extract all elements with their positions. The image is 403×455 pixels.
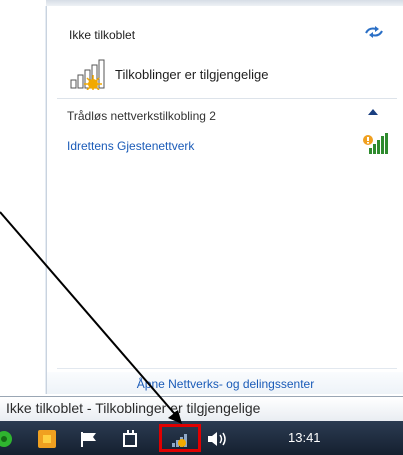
green-app-icon[interactable] bbox=[0, 429, 18, 449]
signal-bars-warning-icon bbox=[69, 58, 109, 93]
clock[interactable]: 13:41 bbox=[288, 430, 321, 445]
wireless-section-title: Trådløs nettverkstilkobling 2 bbox=[67, 109, 216, 123]
open-network-center-link[interactable]: Åpne Nettverks- og delingssenter bbox=[47, 377, 403, 391]
highlight-box bbox=[159, 424, 201, 452]
taskbar: 13:41 bbox=[0, 421, 403, 455]
refresh-arrows-icon[interactable] bbox=[363, 24, 385, 40]
flyout-footer: Åpne Nettverks- og delingssenter bbox=[47, 372, 403, 394]
connections-available-row: Tilkoblinger er tilgjengelige bbox=[69, 58, 389, 93]
tooltip-text: Ikke tilkoblet - Tilkoblinger er tilgjen… bbox=[6, 400, 261, 416]
network-flyout: Ikke tilkoblet Tilkoblinger er tilgjenge… bbox=[46, 6, 403, 394]
power-icon[interactable] bbox=[120, 429, 142, 449]
section-divider bbox=[57, 98, 397, 99]
connections-available-label: Tilkoblinger er tilgjengelige bbox=[115, 67, 269, 82]
chevron-up-icon[interactable] bbox=[365, 107, 381, 121]
status-title: Ikke tilkoblet bbox=[69, 28, 136, 42]
network-tooltip: Ikke tilkoblet - Tilkoblinger er tilgjen… bbox=[0, 396, 403, 422]
footer-divider bbox=[57, 368, 397, 369]
network-item-link[interactable]: Idrettens Gjestenettverk bbox=[67, 139, 194, 153]
orange-app-icon[interactable] bbox=[36, 429, 58, 449]
wifi-signal-warning-icon bbox=[361, 132, 389, 156]
volume-icon[interactable] bbox=[206, 429, 230, 449]
action-center-flag-icon[interactable] bbox=[78, 429, 100, 449]
